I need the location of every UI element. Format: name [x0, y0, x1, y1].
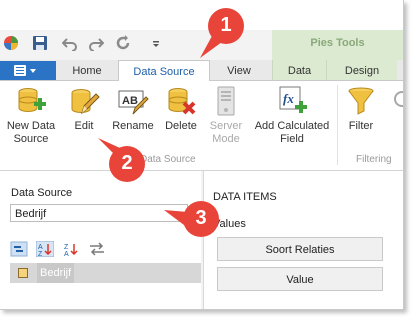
refresh-icon[interactable]	[115, 35, 131, 51]
database-delete-icon	[165, 85, 197, 117]
callout-number: 3	[195, 207, 207, 229]
server-mode-label: Server Mode	[209, 120, 243, 145]
undo-icon[interactable]	[61, 35, 78, 52]
tab-view[interactable]: View	[210, 60, 268, 80]
filter-label: Filter	[348, 120, 374, 132]
sort-ascending-icon[interactable]: AZ	[35, 240, 55, 258]
funnel-icon	[345, 85, 377, 117]
function-add-icon: fx	[276, 85, 308, 117]
group-divider	[337, 85, 338, 165]
group-label-data-source: Data Source	[140, 154, 196, 165]
callout-number: 1	[220, 14, 232, 36]
swap-icon[interactable]	[88, 241, 106, 257]
data-items-title: DATA ITEMS	[213, 191, 277, 203]
edit-label: Edit	[74, 120, 94, 132]
chevron-down-icon	[30, 69, 36, 73]
tab-design[interactable]: Design	[326, 60, 397, 80]
customize-toolbar-icon[interactable]	[148, 35, 164, 51]
tab-data[interactable]: Data	[272, 60, 326, 80]
data-item-soort-relaties[interactable]: Soort Relaties	[217, 237, 383, 261]
data-source-select[interactable]: Bedrijf	[10, 204, 188, 222]
svg-text:A: A	[38, 244, 43, 251]
ribbon: New Data Source Edit AB Rename Delete Se…	[0, 81, 403, 171]
redo-icon[interactable]	[88, 35, 105, 52]
app-icon	[3, 35, 19, 51]
filter-button[interactable]: Filter	[342, 85, 380, 133]
data-item-value[interactable]: Value	[217, 267, 383, 291]
tab-data-source[interactable]: Data Source	[118, 60, 210, 82]
rename-label: Rename	[112, 120, 154, 132]
data-items-panel: DATA ITEMS Values Soort Relaties Value	[203, 171, 403, 309]
file-menu-button[interactable]	[0, 61, 56, 80]
menu-icon	[14, 65, 26, 76]
tree-item-label: Bedrijf	[37, 263, 75, 283]
partial-icon	[388, 85, 403, 117]
delete-button[interactable]: Delete	[160, 85, 202, 133]
tab-home[interactable]: Home	[58, 60, 116, 80]
add-calculated-field-button[interactable]: fx Add Calculated Field	[252, 85, 332, 146]
rename-icon: AB	[117, 85, 149, 117]
more-button[interactable]	[388, 85, 403, 117]
save-icon[interactable]	[32, 35, 48, 51]
data-source-panel: Data Source Bedrijf AZ ZA Bedrijf	[0, 171, 201, 309]
delete-label: Delete	[165, 120, 197, 132]
add-calculated-field-label: Add Calculated Field	[254, 120, 330, 145]
svg-text:A: A	[64, 251, 69, 257]
svg-text:fx: fx	[283, 91, 294, 106]
callout-2: 2	[96, 138, 148, 184]
field-view-icon[interactable]	[10, 241, 28, 257]
server-icon	[210, 85, 242, 117]
svg-text:AB: AB	[122, 95, 138, 107]
sort-descending-icon[interactable]: ZA	[62, 241, 80, 258]
callout-1: 1	[194, 4, 246, 60]
edit-button[interactable]: Edit	[64, 85, 104, 133]
tree-item[interactable]: Bedrijf	[10, 263, 201, 283]
new-data-source-button[interactable]: New Data Source	[3, 85, 59, 146]
new-data-source-label: New Data Source	[6, 120, 56, 145]
svg-text:Z: Z	[38, 251, 43, 257]
callout-number: 2	[121, 152, 133, 174]
database-add-icon	[15, 85, 47, 117]
group-label-filtering: Filtering	[356, 154, 392, 165]
server-mode-button[interactable]: Server Mode	[206, 85, 246, 146]
ribbon-tabs: Home Data Source View Data Design	[0, 60, 403, 82]
table-icon	[18, 268, 28, 278]
pencil-icon	[68, 85, 100, 117]
callout-3: 3	[164, 200, 220, 240]
svg-text:Z: Z	[64, 244, 69, 251]
data-source-label: Data Source	[11, 187, 73, 199]
rename-button[interactable]: AB Rename	[110, 85, 156, 133]
